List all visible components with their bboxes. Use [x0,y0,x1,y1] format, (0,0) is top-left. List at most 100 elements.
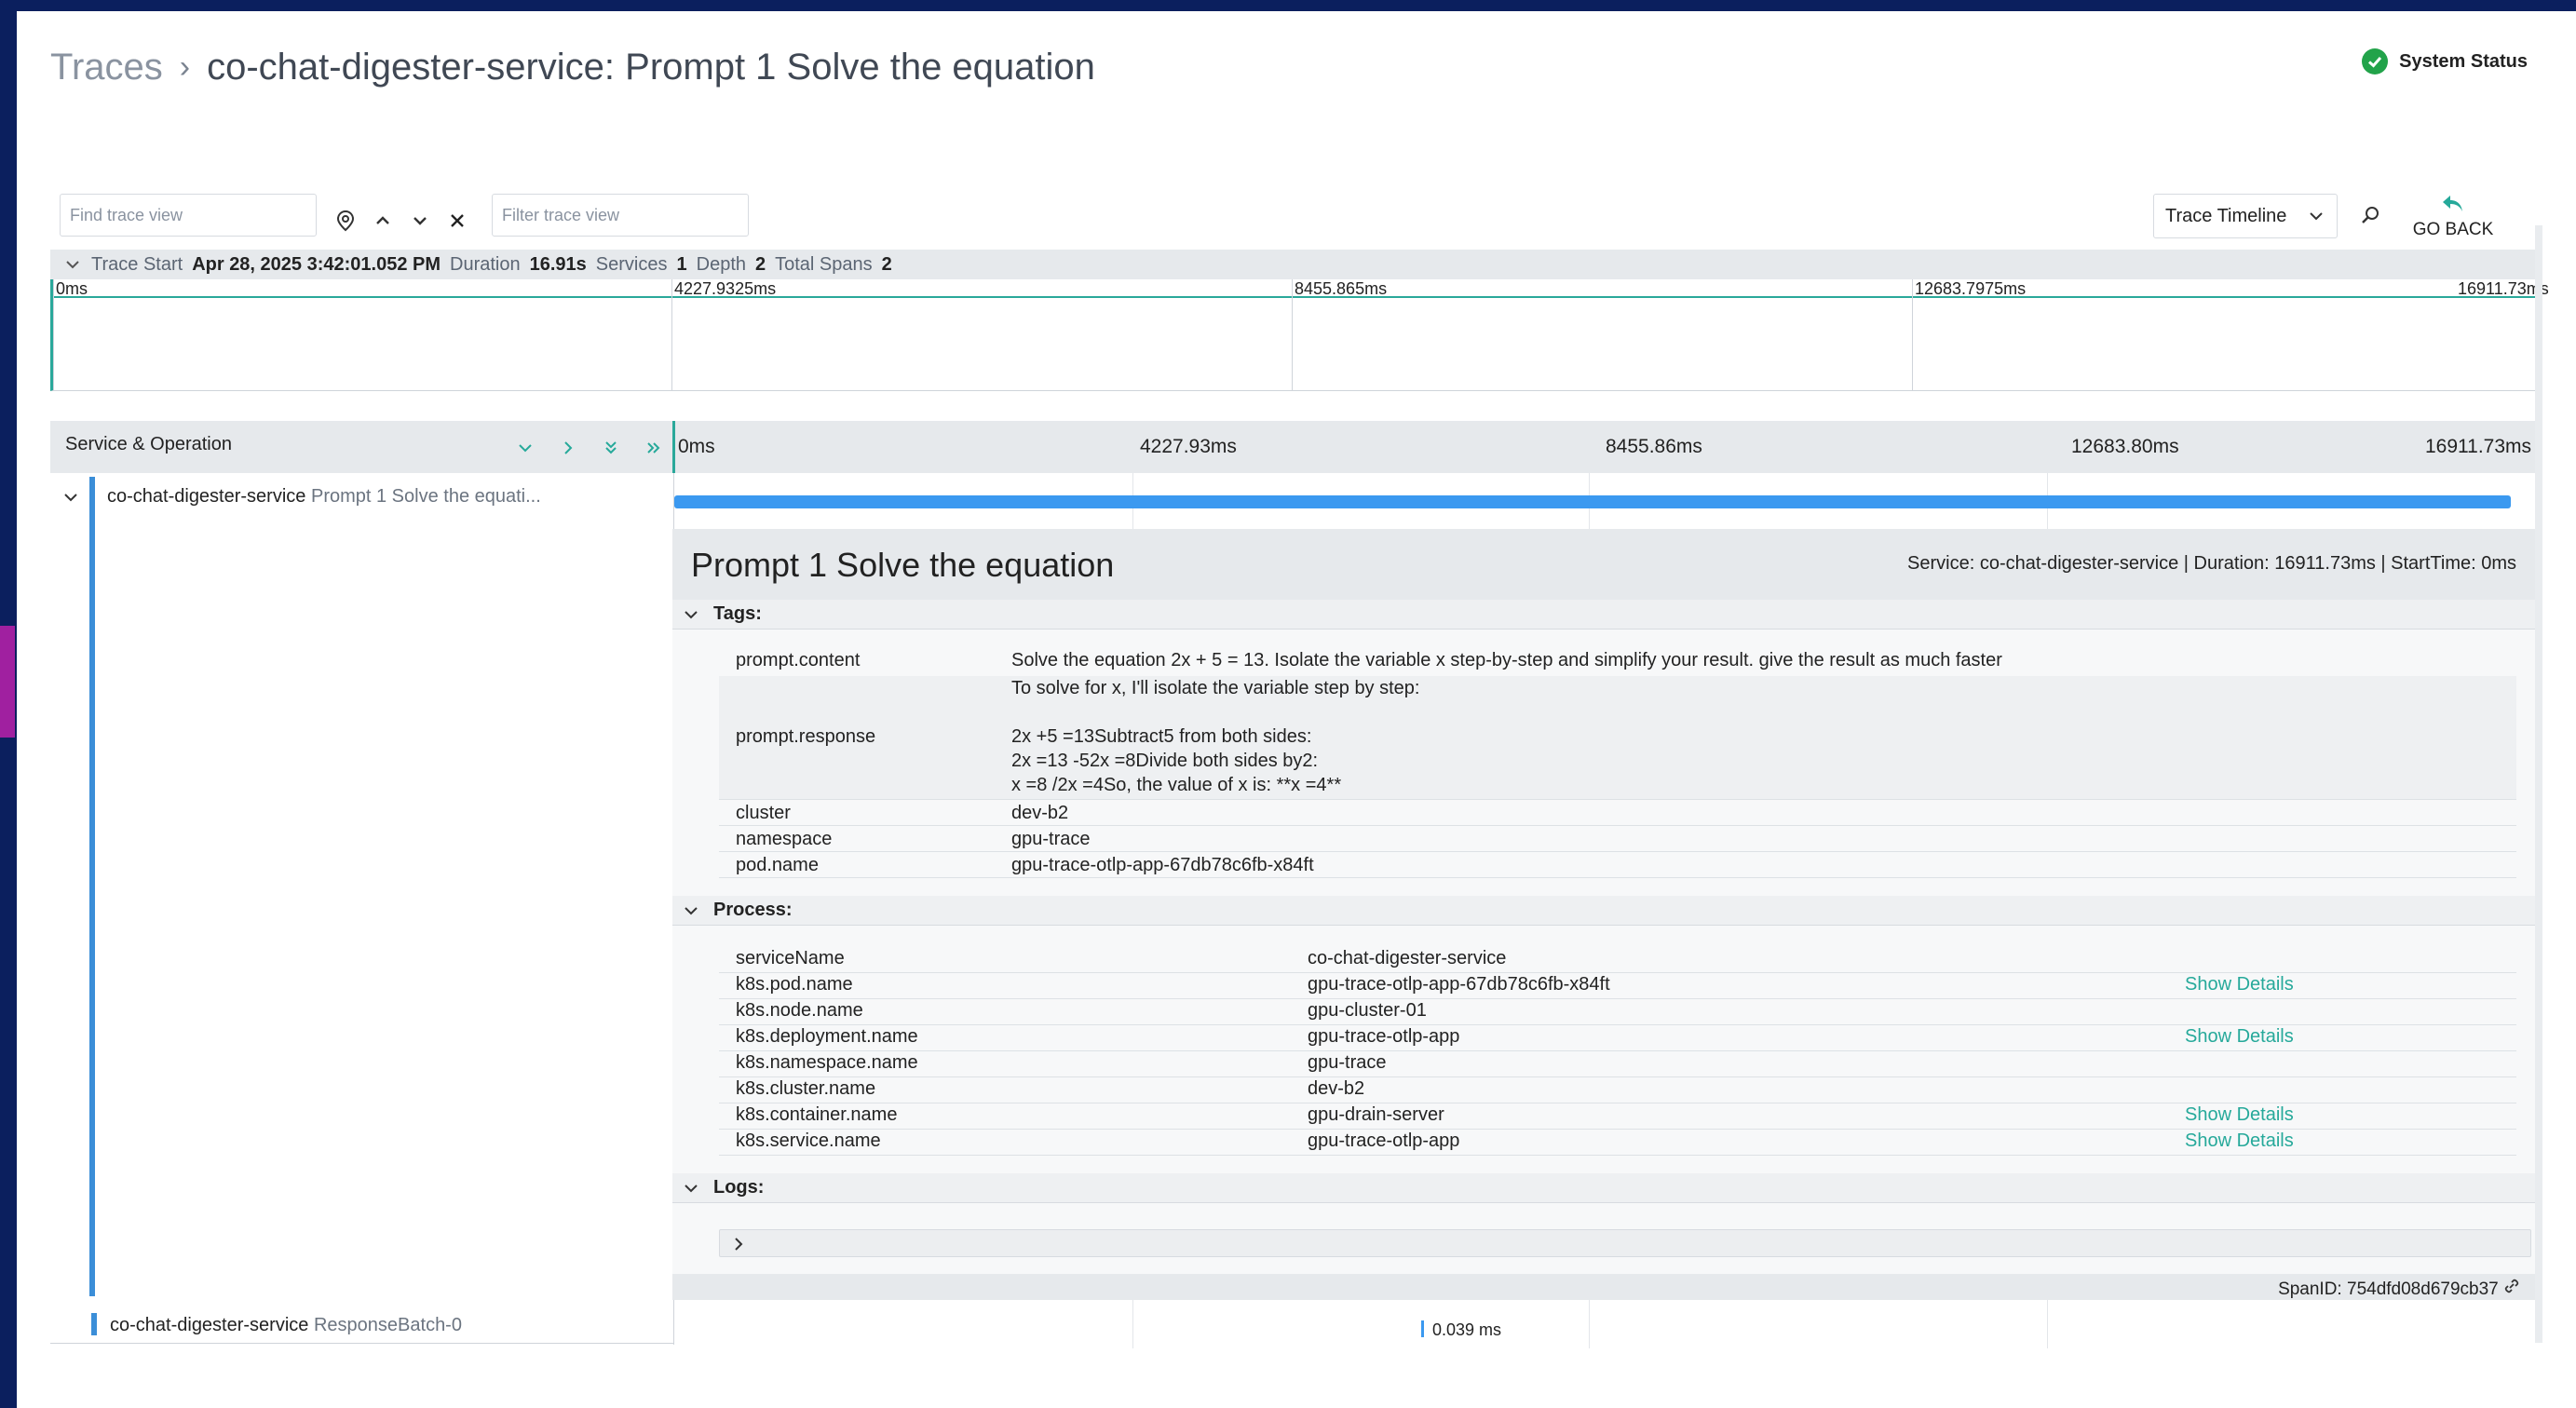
tag-key: cluster [736,803,791,823]
reply-arrow-icon [2443,196,2462,211]
duration-label: Duration [450,253,521,275]
breadcrumb-traces-link[interactable]: Traces [50,47,163,88]
expand-one-icon[interactable] [555,436,581,460]
tag-key: pod.name [736,855,819,875]
tag-value: Solve the equation 2x + 5 = 13. Isolate … [1011,650,2002,670]
tag-value: dev-b2 [1011,803,1069,823]
trace-start-value: Apr 28, 2025 3:42:01.052 PM [192,253,441,275]
process-value: gpu-trace [1308,1052,1387,1073]
show-details-link[interactable]: Show Details [2185,974,2294,995]
process-key: k8s.pod.name [736,974,853,995]
logs-expander[interactable] [719,1229,2531,1257]
row-divider [719,1024,2516,1025]
go-back-label: GO BACK [2412,220,2494,239]
depth-label: Depth [696,253,746,275]
depth-value: 2 [755,253,766,275]
row-divider [719,825,2516,826]
span-row-root[interactable]: co-chat-digester-service Prompt 1 Solve … [107,486,545,508]
process-label: Process: [713,900,793,920]
process-key: k8s.cluster.name [736,1078,876,1099]
trace-minimap[interactable]: 0ms 4227.9325ms 8455.865ms 12683.7975ms … [50,279,2549,391]
row-divider [719,877,2516,878]
breadcrumb-separator: › [179,49,191,85]
page-title: co-chat-digester-service: Prompt 1 Solve… [207,47,1095,88]
row-divider [719,1050,2516,1051]
close-icon[interactable] [443,207,471,235]
chevron-up-icon[interactable] [369,207,397,235]
process-value: gpu-cluster-01 [1308,1000,1427,1021]
process-key: k8s.node.name [736,1000,863,1021]
span-id-bar: SpanID: 754dfd08d679cb37 [672,1274,2535,1300]
span-operation-name: Prompt 1 Solve the equati... [310,486,541,507]
filter-trace-input[interactable] [492,194,749,237]
span-service-name: co-chat-digester-service [107,486,306,507]
collapse-all-icon[interactable] [598,436,624,460]
row-divider [719,1129,2516,1130]
span-id-label: SpanID: [2278,1279,2342,1299]
show-details-link[interactable]: Show Details [2185,1130,2294,1152]
service-operation-header: Service & Operation [65,434,232,454]
trace-view-select[interactable]: Trace Timeline [2153,194,2338,238]
process-value: gpu-drain-server [1308,1104,1444,1125]
collapse-chevron-icon[interactable] [63,255,82,274]
left-side-tab[interactable] [0,626,15,738]
row-divider [719,799,2516,800]
column-resize-handle[interactable] [672,421,675,473]
go-back-button[interactable]: GO BACK [2397,194,2509,240]
span-duration-bar[interactable] [674,495,2511,508]
chevron-down-icon[interactable] [406,207,434,235]
row-divider [719,998,2516,999]
process-value: gpu-trace-otlp-app-67db78c6fb-x84ft [1308,974,1610,995]
child-span-duration-bar[interactable] [1421,1320,1424,1337]
timeline-tick: 12683.80ms [2071,436,2179,457]
tag-key: namespace [736,829,833,849]
copy-link-icon[interactable] [2503,1278,2520,1294]
timeline-tick: 4227.93ms [1140,436,1237,457]
process-value: gpu-trace-otlp-app [1308,1130,1460,1151]
span-detail-title: Prompt 1 Solve the equation [691,546,1115,584]
total-spans-label: Total Spans [775,253,873,275]
search-icon[interactable] [2356,201,2384,229]
trace-view-select-value: Trace Timeline [2165,205,2287,226]
child-span-title: co-chat-digester-service ResponseBatch-0 [110,1315,462,1336]
span-row-child[interactable]: co-chat-digester-service ResponseBatch-0 [50,1306,674,1343]
select-chevron-icon [2310,212,2323,221]
process-key: k8s.service.name [736,1130,881,1151]
process-section-toggle[interactable]: Process: [672,896,2535,926]
row-divider [719,1076,2516,1077]
minimap-tick: 12683.7975ms [1912,279,2026,391]
tag-row-response [719,676,2516,799]
span-collapse-chevron-icon[interactable] [61,488,80,507]
total-spans-value: 2 [881,253,892,275]
find-trace-input[interactable] [60,194,317,237]
check-circle-icon [2362,48,2389,74]
span-depth-bar [89,477,95,1296]
chevron-right-icon [735,1238,743,1251]
locate-pin-icon[interactable] [332,207,359,235]
span-detail-header: Prompt 1 Solve the equation Service: co-… [672,529,2535,600]
vertical-scrollbar[interactable] [2535,225,2542,1343]
row-divider [719,851,2516,852]
tag-key: prompt.content [736,650,861,670]
row-divider [719,1155,2516,1156]
expand-all-icon[interactable] [641,436,667,460]
timeline-tick: 0ms [678,436,715,457]
timeline-tick: 16911.73ms [2425,436,2532,457]
tag-value: gpu-trace [1011,829,1091,849]
system-status-label: System Status [2399,50,2528,72]
process-key: k8s.container.name [736,1104,898,1125]
logs-section-toggle[interactable]: Logs: [672,1173,2535,1203]
process-key: k8s.deployment.name [736,1026,918,1047]
trace-summary-bar: Trace Start Apr 28, 2025 3:42:01.052 PM … [50,250,2535,279]
logs-label: Logs: [713,1177,765,1198]
tag-value-line: 2x =13 -52x =8Divide both sides by2: [1011,751,1319,771]
process-value: dev-b2 [1308,1078,1365,1099]
timeline-header: Service & Operation 0ms 4227.93ms 8455.8… [50,421,2535,473]
tags-section-toggle[interactable]: Tags: [672,600,2535,630]
show-details-link[interactable]: Show Details [2185,1104,2294,1126]
process-key: k8s.namespace.name [736,1052,918,1073]
logs-chevron-icon [685,1184,698,1192]
collapse-one-icon[interactable] [512,436,538,460]
show-details-link[interactable]: Show Details [2185,1026,2294,1048]
system-status-button[interactable]: System Status [2362,48,2528,74]
